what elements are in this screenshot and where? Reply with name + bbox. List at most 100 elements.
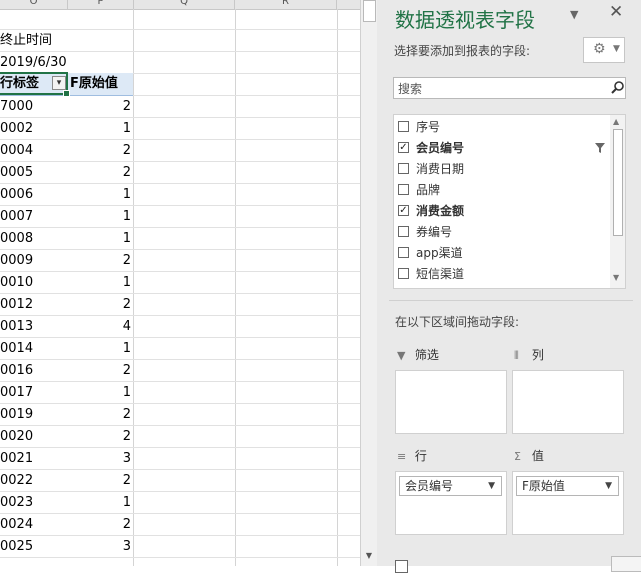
column-header-p[interactable]: P bbox=[68, 0, 134, 9]
field-item[interactable]: 消费日期 bbox=[397, 159, 607, 179]
columns-area-label: 列 bbox=[531, 348, 544, 362]
defer-update-checkbox[interactable] bbox=[395, 560, 408, 573]
rows-area-label: 行 bbox=[414, 449, 427, 463]
pivot-row-value[interactable]: 2 bbox=[68, 470, 131, 492]
pivot-row-key[interactable]: 0020 bbox=[0, 426, 66, 448]
pivot-row-value[interactable]: 4 bbox=[68, 316, 131, 338]
pivot-row-value[interactable]: 2 bbox=[68, 514, 131, 536]
pivot-row-key[interactable]: 0019 bbox=[0, 404, 66, 426]
spreadsheet-grid[interactable]: O P Q R 终止时间 2019/6/30 行标签 F原始值 ▾ 7000 2 0… bbox=[0, 0, 360, 566]
pivot-row-key[interactable]: 0016 bbox=[0, 360, 66, 382]
scroll-down-arrow-icon[interactable]: ▼ bbox=[613, 273, 619, 282]
pivot-row-key[interactable]: 0004 bbox=[0, 140, 66, 162]
pivot-row-key[interactable]: 0006 bbox=[0, 184, 66, 206]
pivot-row-value[interactable]: 2 bbox=[68, 162, 131, 184]
rows-field-chip[interactable]: 会员编号 ▼ bbox=[399, 476, 502, 496]
pivot-row-key[interactable]: 0005 bbox=[0, 162, 66, 184]
pivot-row-value[interactable]: 1 bbox=[68, 206, 131, 228]
pivot-row-key[interactable]: 0008 bbox=[0, 228, 66, 250]
pivot-row-value[interactable]: 2 bbox=[68, 250, 131, 272]
pivot-row-value[interactable]: 1 bbox=[68, 184, 131, 206]
close-icon[interactable]: ✕ bbox=[609, 2, 623, 22]
pivot-row-key[interactable]: 0002 bbox=[0, 118, 66, 140]
drag-fields-label: 在以下区域间拖动字段: bbox=[395, 315, 520, 329]
pivot-row-value[interactable]: 1 bbox=[68, 338, 131, 360]
field-filter-icon[interactable] bbox=[594, 142, 606, 154]
field-item[interactable]: ✓ 会员编号 bbox=[397, 138, 607, 158]
grid-line bbox=[337, 9, 338, 566]
sheet-vertical-scrollbar[interactable]: ▼ bbox=[360, 0, 377, 566]
pivot-row-key[interactable]: 0009 bbox=[0, 250, 66, 272]
pivot-row-key[interactable]: 0021 bbox=[0, 448, 66, 470]
checkbox-checked[interactable]: ✓ bbox=[398, 142, 409, 153]
tools-button[interactable]: ⚙ ▼ bbox=[583, 37, 625, 63]
pivot-row-key[interactable]: 0012 bbox=[0, 294, 66, 316]
column-header-r[interactable]: R bbox=[235, 0, 337, 9]
field-label: 消费金额 bbox=[416, 204, 465, 218]
pivot-row-value[interactable]: 3 bbox=[68, 536, 131, 558]
search-icon[interactable] bbox=[610, 80, 625, 95]
column-header-q[interactable]: Q bbox=[134, 0, 235, 9]
filters-drop-zone[interactable] bbox=[395, 370, 507, 434]
values-drop-zone[interactable]: F原始值 ▼ bbox=[512, 471, 624, 535]
checkbox[interactable] bbox=[398, 226, 409, 237]
field-list-scrollbar[interactable]: ▲ ▼ bbox=[610, 115, 625, 288]
pivot-row-value[interactable]: 1 bbox=[68, 382, 131, 404]
pivot-row-key[interactable]: 0017 bbox=[0, 382, 66, 404]
scroll-up-arrow-icon[interactable]: ▲ bbox=[613, 117, 619, 126]
cell-label-end-time[interactable]: 终止时间 bbox=[0, 30, 130, 52]
pivot-row-value[interactable]: 2 bbox=[68, 96, 131, 118]
pivot-row-key[interactable]: 0014 bbox=[0, 338, 66, 360]
checkbox-checked[interactable]: ✓ bbox=[398, 205, 409, 216]
field-item[interactable]: 序号 bbox=[397, 117, 607, 137]
pivot-row-value[interactable]: 3 bbox=[68, 448, 131, 470]
columns-drop-zone[interactable] bbox=[512, 370, 624, 434]
chevron-down-icon[interactable]: ▼ bbox=[488, 477, 495, 495]
checkbox[interactable] bbox=[398, 247, 409, 258]
field-list[interactable]: 序号 ✓ 会员编号 消费日期 品牌 ✓ 消费金额券编号 app渠道 短信渠道 ▲ ▼ bbox=[393, 114, 626, 289]
scrollbar-thumb[interactable] bbox=[363, 0, 376, 22]
chevron-down-icon: ▼ bbox=[613, 44, 620, 54]
pivot-row-key[interactable]: 0023 bbox=[0, 492, 66, 514]
pivot-row-key[interactable]: 0024 bbox=[0, 514, 66, 536]
field-item[interactable]: 品牌 bbox=[397, 180, 607, 200]
pivot-row-value[interactable]: 1 bbox=[68, 492, 131, 514]
pivot-row-value[interactable]: 1 bbox=[68, 228, 131, 250]
pivot-row-key[interactable]: 0022 bbox=[0, 470, 66, 492]
pivot-row-key[interactable]: 7000 bbox=[0, 96, 66, 118]
pivot-row-value[interactable]: 2 bbox=[68, 140, 131, 162]
pivot-row-key[interactable]: 0013 bbox=[0, 316, 66, 338]
field-item[interactable]: app渠道 bbox=[397, 243, 607, 263]
field-item[interactable]: ✓ 消费金额 bbox=[397, 201, 607, 221]
update-button[interactable] bbox=[611, 556, 641, 572]
checkbox[interactable] bbox=[398, 268, 409, 279]
pane-subtitle: 选择要添加到报表的字段: bbox=[394, 44, 531, 58]
checkbox[interactable] bbox=[398, 121, 409, 132]
values-field-chip[interactable]: F原始值 ▼ bbox=[516, 476, 619, 496]
pivot-row-value[interactable]: 1 bbox=[68, 272, 131, 294]
field-item[interactable]: 短信渠道 bbox=[397, 264, 607, 284]
field-item[interactable]: 券编号 bbox=[397, 222, 607, 242]
scrollbar-thumb[interactable] bbox=[613, 129, 623, 236]
pivot-value-header[interactable]: F原始值 bbox=[70, 73, 134, 95]
pivot-row-value[interactable]: 2 bbox=[68, 360, 131, 382]
cell-end-date[interactable]: 2019/6/30 bbox=[0, 52, 130, 74]
checkbox[interactable] bbox=[398, 163, 409, 174]
pane-options-chevron-icon[interactable]: ▼ bbox=[570, 8, 578, 21]
column-headers: O P Q R bbox=[0, 0, 360, 10]
pivot-row-value[interactable]: 2 bbox=[68, 426, 131, 448]
pivot-row-key[interactable]: 0010 bbox=[0, 272, 66, 294]
pivot-row-value[interactable]: 1 bbox=[68, 118, 131, 140]
column-header-o[interactable]: O bbox=[0, 0, 68, 9]
chevron-down-icon[interactable]: ▼ bbox=[605, 477, 612, 495]
pivot-row-value[interactable]: 2 bbox=[68, 404, 131, 426]
pivot-row-value[interactable]: 2 bbox=[68, 294, 131, 316]
values-field-label: F原始值 bbox=[522, 479, 565, 493]
search-input[interactable] bbox=[396, 78, 600, 100]
pivot-row-key[interactable]: 0025 bbox=[0, 536, 66, 558]
checkbox[interactable] bbox=[398, 184, 409, 195]
rows-drop-zone[interactable]: 会员编号 ▼ bbox=[395, 471, 507, 535]
pivot-row-key[interactable]: 0007 bbox=[0, 206, 66, 228]
scroll-down-arrow-icon[interactable]: ▼ bbox=[363, 550, 375, 562]
search-box[interactable] bbox=[393, 77, 626, 100]
